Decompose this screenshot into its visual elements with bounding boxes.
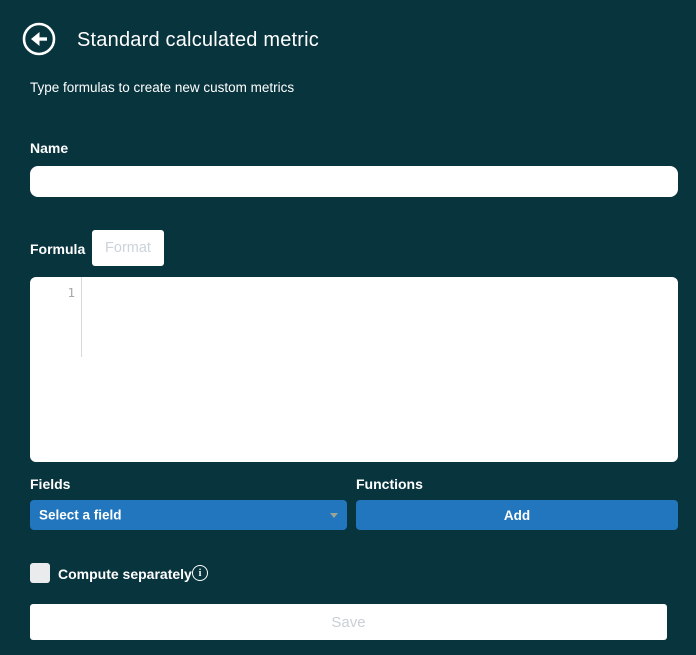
name-label: Name [30, 140, 68, 156]
compute-separately-checkbox[interactable] [30, 563, 50, 583]
compute-separately-label: Compute separately [58, 566, 192, 582]
format-button[interactable]: Format [92, 230, 164, 266]
fields-label: Fields [30, 476, 70, 492]
field-select-dropdown[interactable]: Select a field [30, 500, 347, 530]
add-function-button[interactable]: Add [356, 500, 678, 530]
formula-label: Formula [30, 241, 85, 257]
formula-editor-content[interactable] [83, 277, 678, 462]
back-arrow-icon [22, 44, 56, 59]
page-title: Standard calculated metric [77, 28, 319, 52]
calculated-metric-form: Standard calculated metric Type formulas… [0, 0, 696, 655]
page-subtitle: Type formulas to create new custom metri… [30, 80, 294, 96]
back-button[interactable] [22, 22, 56, 56]
line-number: 1 [67, 285, 75, 300]
info-icon[interactable]: i [192, 565, 208, 581]
field-select-value: Select a field [39, 508, 122, 523]
functions-label: Functions [356, 476, 423, 492]
chevron-down-icon [330, 513, 338, 518]
name-input[interactable] [30, 166, 678, 197]
save-button[interactable]: Save [30, 604, 667, 640]
formula-editor: 1 [30, 277, 678, 462]
editor-line-number-gutter: 1 [30, 277, 82, 357]
